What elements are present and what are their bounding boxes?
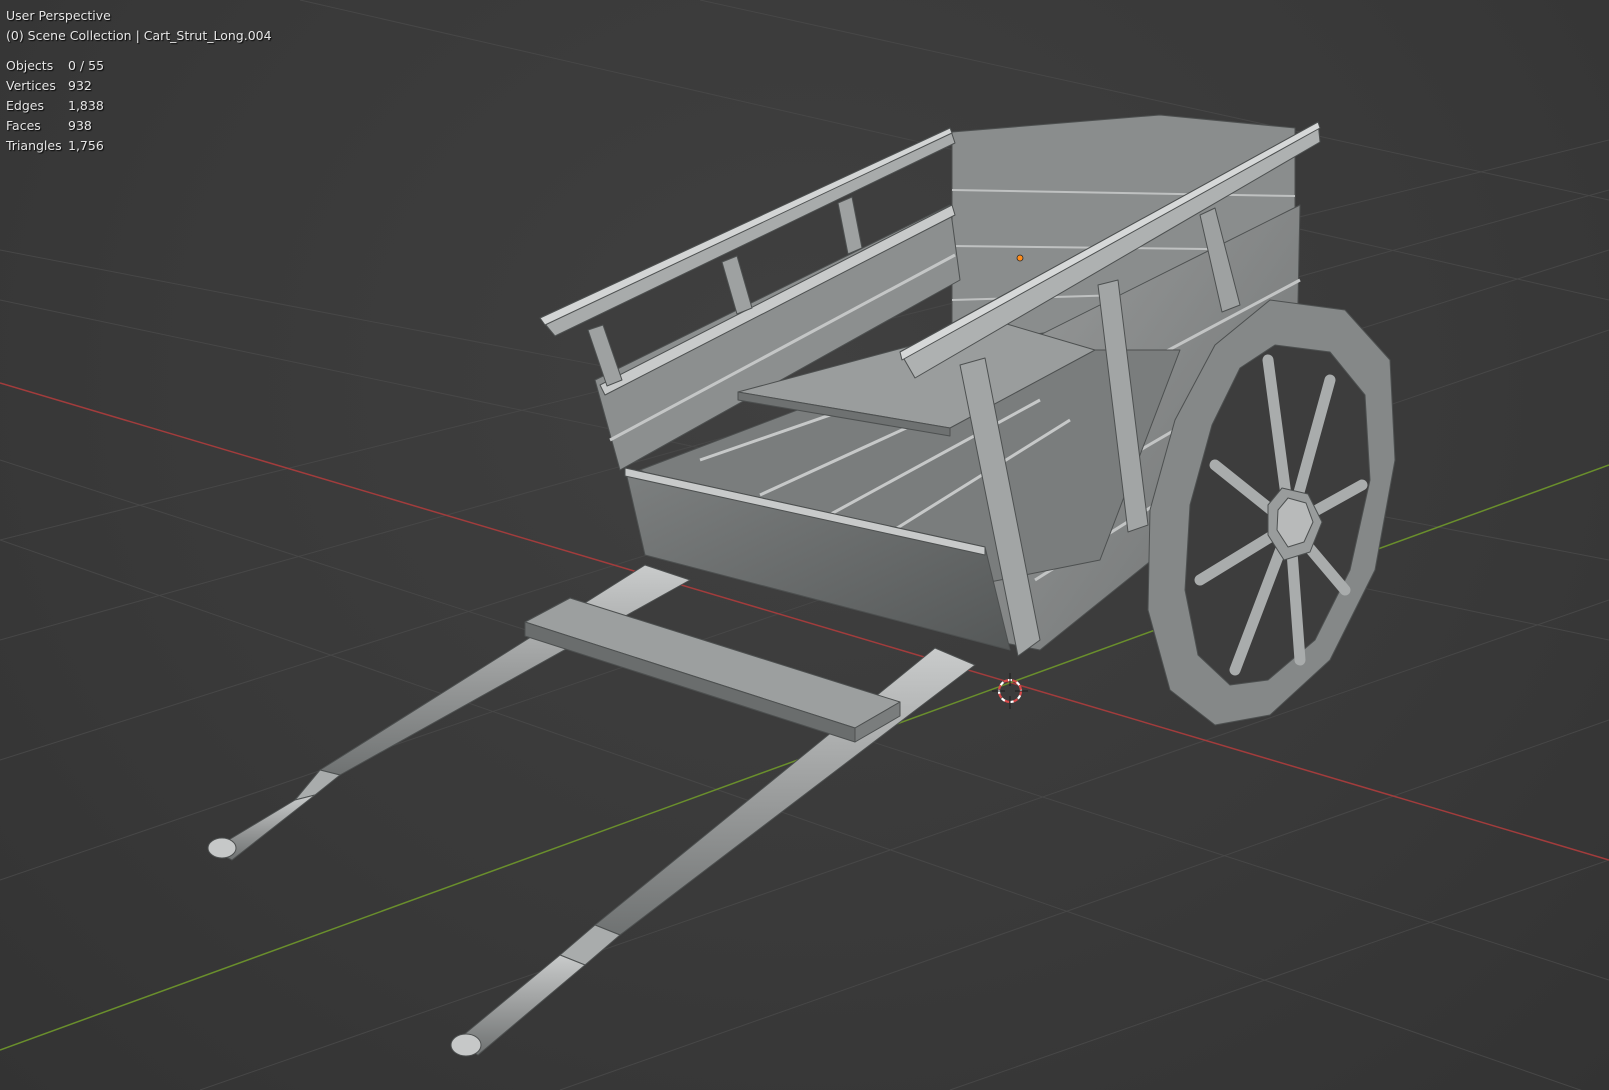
cart-handle-left[interactable] — [207, 564, 691, 861]
3d-viewport[interactable]: User Perspective (0) Scene Collection | … — [0, 0, 1609, 1090]
cart-mesh[interactable] — [207, 114, 1396, 1057]
grid-line — [559, 719, 1609, 1090]
grid-line — [0, 539, 1582, 1090]
grid-line — [949, 859, 1609, 1090]
cart-left-post-1[interactable] — [587, 324, 623, 387]
cart-footboard[interactable] — [524, 597, 901, 729]
cart-left-post-2[interactable] — [721, 255, 753, 315]
viewport-scene[interactable] — [0, 0, 1609, 1090]
cart-left-post-3[interactable] — [837, 196, 863, 255]
object-origin-icon — [1016, 254, 1024, 262]
